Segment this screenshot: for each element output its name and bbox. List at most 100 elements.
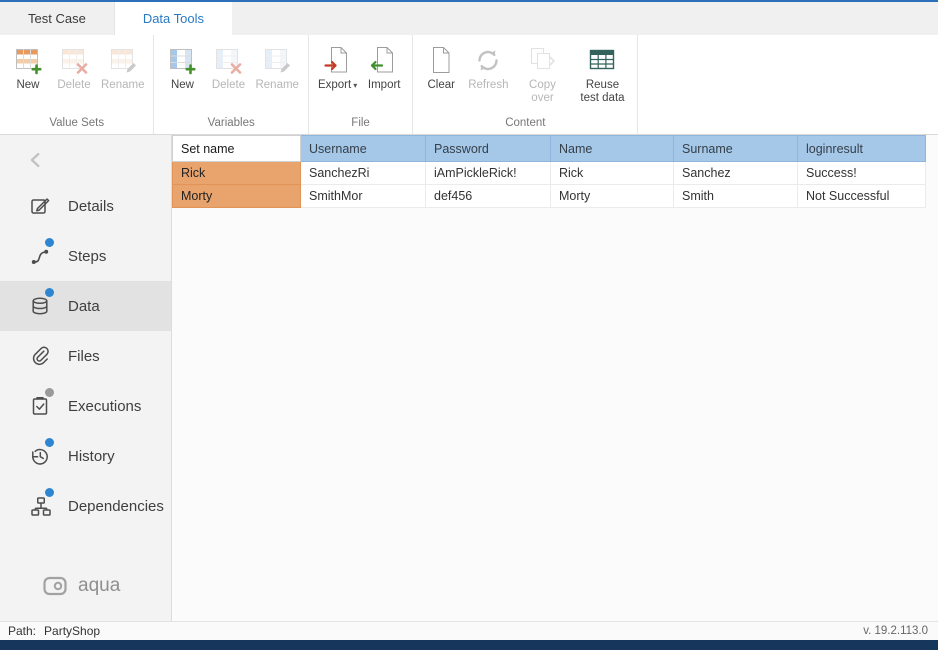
button-label: Import <box>368 79 401 92</box>
export-document-icon <box>322 44 354 76</box>
button-label: Export <box>318 79 351 91</box>
rename-variable-button: Rename <box>252 41 301 92</box>
column-header-set-name[interactable]: Set name <box>173 136 301 162</box>
button-label: Refresh <box>468 79 508 92</box>
path-label: Path: <box>8 624 36 638</box>
path-value: PartyShop <box>44 624 100 638</box>
column-header-surname[interactable]: Surname <box>674 136 798 162</box>
data-cell[interactable]: SanchezRi <box>301 162 426 185</box>
sidebar-item-history[interactable]: History <box>0 431 171 481</box>
collapse-sidebar-button[interactable] <box>0 139 171 181</box>
button-label: Delete <box>212 79 245 92</box>
sidebar: Details Steps Data <box>0 135 172 621</box>
import-button[interactable]: Import <box>362 41 406 92</box>
data-cell[interactable]: Success! <box>798 162 926 185</box>
data-cell[interactable]: SmithMor <box>301 185 426 208</box>
refresh-button: Refresh <box>465 41 511 92</box>
tab-test-case-label: Test Case <box>28 11 86 26</box>
table-row: Rick SanchezRi iAmPickleRick! Rick Sanch… <box>173 162 926 185</box>
button-label: New <box>16 79 39 92</box>
columns-delete-icon <box>212 44 244 76</box>
button-label: Rename <box>255 79 298 92</box>
ribbon-group-file: Export▾ Import File <box>309 35 413 134</box>
sidebar-item-details[interactable]: Details <box>0 181 171 231</box>
column-header-password[interactable]: Password <box>426 136 551 162</box>
sidebar-item-dependencies[interactable]: Dependencies <box>0 481 171 531</box>
group-label-content: Content <box>419 113 631 134</box>
dependencies-badge <box>45 488 54 497</box>
table-delete-icon <box>58 44 90 76</box>
tab-test-case[interactable]: Test Case <box>0 2 115 35</box>
path-info: Path: PartyShop <box>8 624 100 638</box>
table-row: Morty SmithMor def456 Morty Smith Not Su… <box>173 185 926 208</box>
button-label: Delete <box>57 79 90 92</box>
sidebar-item-label: Data <box>68 298 100 315</box>
database-icon <box>28 294 52 318</box>
delete-value-set-button: Delete <box>52 41 96 92</box>
table-add-icon <box>12 44 44 76</box>
data-cell[interactable]: def456 <box>426 185 551 208</box>
aqua-logo-text: aqua <box>78 575 120 597</box>
set-name-cell[interactable]: Morty <box>173 185 301 208</box>
data-cell[interactable]: Not Successful <box>798 185 926 208</box>
import-document-icon <box>368 44 400 76</box>
columns-add-icon <box>166 44 198 76</box>
aqua-logo-icon <box>42 573 68 599</box>
data-cell[interactable]: iAmPickleRick! <box>426 162 551 185</box>
data-cell[interactable]: Smith <box>674 185 798 208</box>
button-label: Reuse test data <box>576 79 628 105</box>
blank-document-icon <box>425 44 457 76</box>
history-badge <box>45 438 54 447</box>
ribbon-group-value-sets: New Delete <box>0 35 154 134</box>
column-header-name[interactable]: Name <box>551 136 674 162</box>
copy-pages-icon <box>526 44 558 76</box>
hierarchy-icon <box>28 494 52 518</box>
back-chevron-icon <box>26 150 46 170</box>
rename-value-set-button: Rename <box>98 41 147 92</box>
executions-badge <box>45 388 54 397</box>
data-cell[interactable]: Rick <box>551 162 674 185</box>
clear-button[interactable]: Clear <box>419 41 463 92</box>
sidebar-item-label: History <box>68 448 115 465</box>
status-bar: Path:PartyShop v. 19.2.113.0 <box>0 621 938 640</box>
aqua-logo: aqua <box>0 573 171 621</box>
columns-rename-icon <box>261 44 293 76</box>
new-variable-button[interactable]: New <box>160 41 204 92</box>
sidebar-item-executions[interactable]: Executions <box>0 381 171 431</box>
data-table: Set name Username Password Name Surname … <box>172 135 926 208</box>
ribbon: New Delete <box>0 35 938 135</box>
data-cell[interactable]: Sanchez <box>674 162 798 185</box>
export-button[interactable]: Export▾ <box>315 41 360 92</box>
clipboard-check-icon <box>28 394 52 418</box>
copy-over-button: Copy over <box>513 41 571 105</box>
paperclip-icon <box>28 344 52 368</box>
set-name-cell[interactable]: Rick <box>173 162 301 185</box>
refresh-icon <box>472 44 504 76</box>
sidebar-item-label: Steps <box>68 248 106 265</box>
reuse-test-data-button[interactable]: Reuse test data <box>573 41 631 105</box>
sidebar-item-files[interactable]: Files <box>0 331 171 381</box>
data-grid-panel: Set name Username Password Name Surname … <box>172 135 938 621</box>
window-bottom-strip <box>0 640 938 650</box>
sidebar-item-label: Files <box>68 348 100 365</box>
sidebar-item-data[interactable]: Data <box>0 281 171 331</box>
group-label-value-sets: Value Sets <box>6 113 147 134</box>
grid-table-icon <box>586 44 618 76</box>
data-badge <box>45 288 54 297</box>
data-cell[interactable]: Morty <box>551 185 674 208</box>
column-header-loginresult[interactable]: loginresult <box>798 136 926 162</box>
button-label: Rename <box>101 79 144 92</box>
new-value-set-button[interactable]: New <box>6 41 50 92</box>
sidebar-item-steps[interactable]: Steps <box>0 231 171 281</box>
delete-variable-button: Delete <box>206 41 250 92</box>
button-label: Copy over <box>516 79 568 105</box>
group-label-variables: Variables <box>160 113 301 134</box>
column-header-username[interactable]: Username <box>301 136 426 162</box>
dropdown-caret-icon: ▾ <box>353 81 357 90</box>
sidebar-item-label: Details <box>68 198 114 215</box>
ribbon-group-variables: New Delete <box>154 35 308 134</box>
ribbon-tab-bar: Test Case Data Tools <box>0 2 938 35</box>
sidebar-item-label: Dependencies <box>68 498 164 515</box>
tab-data-tools[interactable]: Data Tools <box>115 2 232 35</box>
history-icon <box>28 444 52 468</box>
